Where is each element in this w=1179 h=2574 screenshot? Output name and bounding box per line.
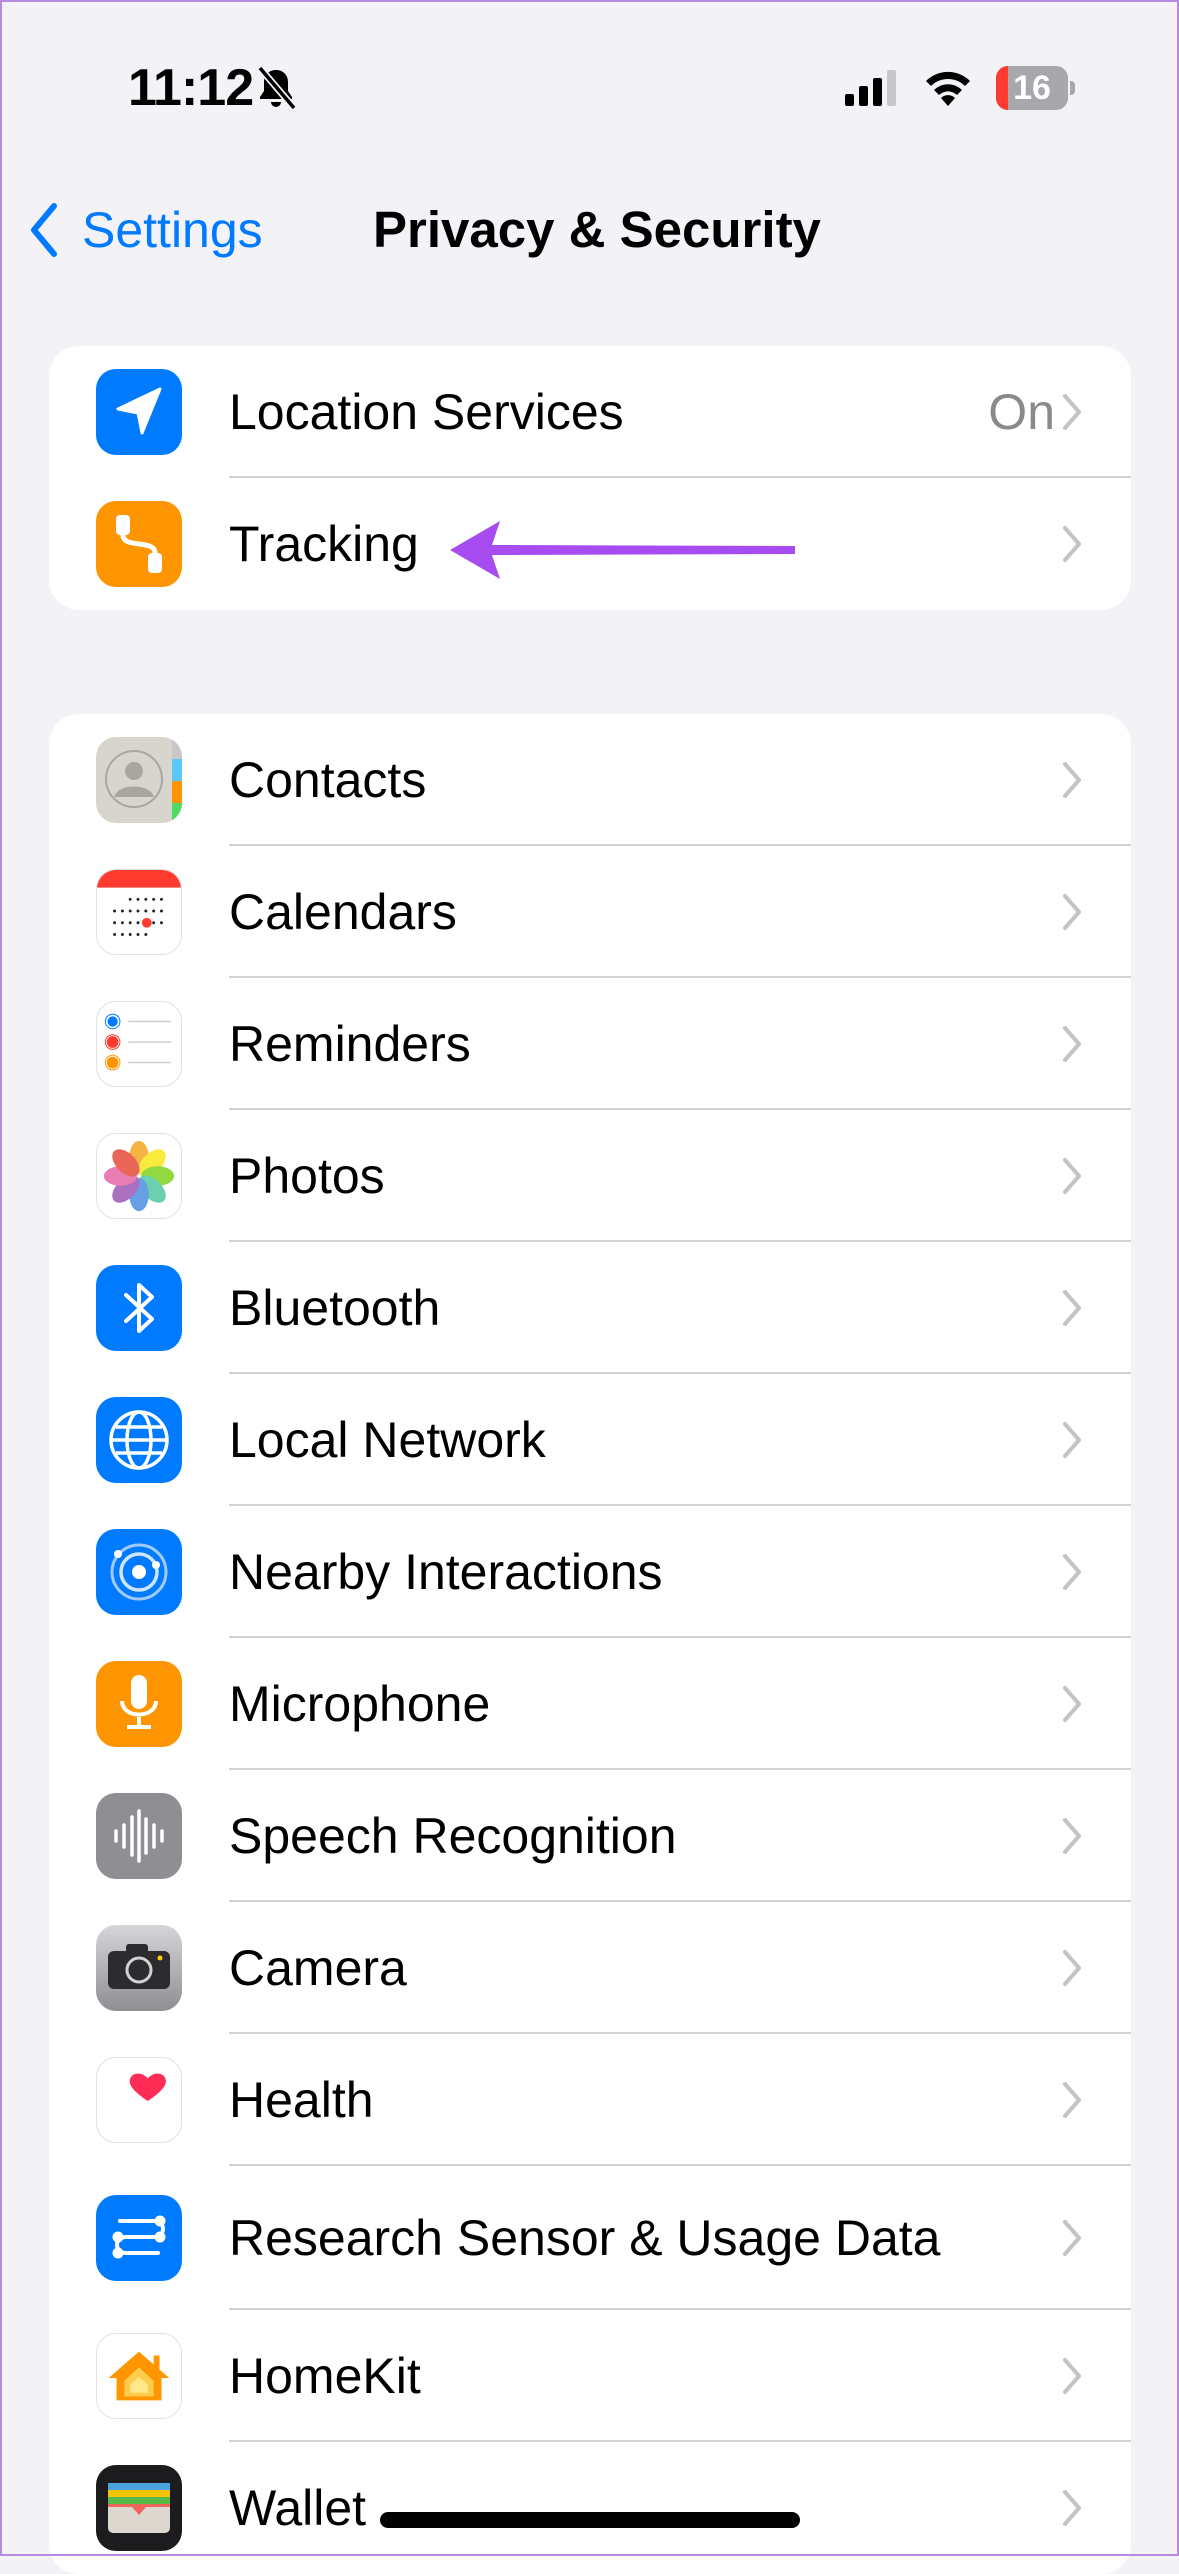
- row-label: Research Sensor & Usage Data: [229, 2210, 941, 2266]
- calendar-icon: [96, 869, 182, 955]
- row-label: Reminders: [229, 1016, 471, 1072]
- row-label: Speech Recognition: [229, 1808, 677, 1864]
- row-label: Contacts: [229, 752, 427, 808]
- chevron-right-icon: [1063, 1686, 1081, 1722]
- microphone-icon: [96, 1661, 182, 1747]
- row-label: Health: [229, 2072, 374, 2128]
- row-research-sensor[interactable]: Research Sensor & Usage Data: [49, 2166, 1131, 2310]
- chevron-right-icon: [1063, 762, 1081, 798]
- wallet-icon: [96, 2465, 182, 2551]
- heart-icon: [96, 2057, 182, 2143]
- chevron-right-icon: [1063, 2082, 1081, 2118]
- cellular-signal-icon: [845, 70, 896, 106]
- row-label: Tracking: [229, 516, 419, 572]
- tracking-icon: [96, 501, 182, 587]
- row-label: Calendars: [229, 884, 457, 940]
- nearby-interactions-icon: [96, 1529, 182, 1615]
- row-label: Nearby Interactions: [229, 1544, 663, 1600]
- location-arrow-icon: [96, 369, 182, 455]
- battery-percent: 16: [1013, 69, 1051, 107]
- bluetooth-icon: [96, 1265, 182, 1351]
- photos-icon: [96, 1133, 182, 1219]
- battery-indicator: 16: [996, 66, 1076, 110]
- row-health[interactable]: Health: [49, 2034, 1131, 2166]
- row-calendars[interactable]: Calendars: [49, 846, 1131, 978]
- row-wallet[interactable]: Wallet: [49, 2442, 1131, 2574]
- chevron-right-icon: [1063, 1554, 1081, 1590]
- globe-icon: [96, 1397, 182, 1483]
- row-label: Bluetooth: [229, 1280, 441, 1336]
- row-speech-recognition[interactable]: Speech Recognition: [49, 1770, 1131, 1902]
- row-reminders[interactable]: Reminders: [49, 978, 1131, 1110]
- chevron-right-icon: [1063, 526, 1081, 562]
- row-location-services[interactable]: Location Services On: [49, 346, 1131, 478]
- chevron-right-icon: [1063, 2358, 1081, 2394]
- camera-icon: [96, 1925, 182, 2011]
- research-sensor-icon: [96, 2195, 182, 2281]
- annotation-arrow: [450, 521, 795, 579]
- row-label: Local Network: [229, 1412, 546, 1468]
- chevron-left-icon: [31, 203, 57, 257]
- row-local-network[interactable]: Local Network: [49, 1374, 1131, 1506]
- row-bluetooth[interactable]: Bluetooth: [49, 1242, 1131, 1374]
- status-bar: 11:12 16: [0, 0, 1179, 180]
- waveform-icon: [96, 1793, 182, 1879]
- wifi-icon: [926, 71, 970, 106]
- back-button[interactable]: Settings: [24, 194, 263, 266]
- row-camera[interactable]: Camera: [49, 1902, 1131, 2034]
- chevron-right-icon: [1063, 1422, 1081, 1458]
- row-label: Photos: [229, 1148, 385, 1204]
- chevron-right-icon: [1063, 2490, 1081, 2526]
- chevron-right-icon: [1063, 1158, 1081, 1194]
- navigation-bar: Settings Privacy & Security: [0, 180, 1179, 280]
- row-homekit[interactable]: HomeKit: [49, 2310, 1131, 2442]
- row-contacts[interactable]: Contacts: [49, 714, 1131, 846]
- row-label: Camera: [229, 1940, 407, 1996]
- chevron-right-icon: [1063, 1950, 1081, 1986]
- chevron-right-icon: [1063, 1290, 1081, 1326]
- chevron-right-icon: [1063, 2220, 1081, 2256]
- settings-group-permissions: Contacts Calendars Reminders Photos Blue…: [49, 714, 1131, 2574]
- row-value: On: [988, 384, 1055, 440]
- contacts-icon: [96, 737, 182, 823]
- row-photos[interactable]: Photos: [49, 1110, 1131, 1242]
- row-label: Microphone: [229, 1676, 491, 1732]
- row-label: Wallet: [229, 2480, 367, 2536]
- chevron-right-icon: [1063, 394, 1081, 430]
- reminders-icon: [96, 1001, 182, 1087]
- row-microphone[interactable]: Microphone: [49, 1638, 1131, 1770]
- row-nearby-interactions[interactable]: Nearby Interactions: [49, 1506, 1131, 1638]
- chevron-right-icon: [1063, 1818, 1081, 1854]
- bell-slash-icon: [257, 65, 297, 111]
- chevron-right-icon: [1063, 1026, 1081, 1062]
- status-time: 11:12: [128, 59, 254, 117]
- home-indicator[interactable]: [380, 2512, 800, 2528]
- row-label: Location Services: [229, 384, 624, 440]
- home-icon: [96, 2333, 182, 2419]
- chevron-right-icon: [1063, 894, 1081, 930]
- back-label: Settings: [82, 202, 263, 258]
- row-label: HomeKit: [229, 2348, 421, 2404]
- page-title-text: Privacy & Security: [373, 201, 821, 258]
